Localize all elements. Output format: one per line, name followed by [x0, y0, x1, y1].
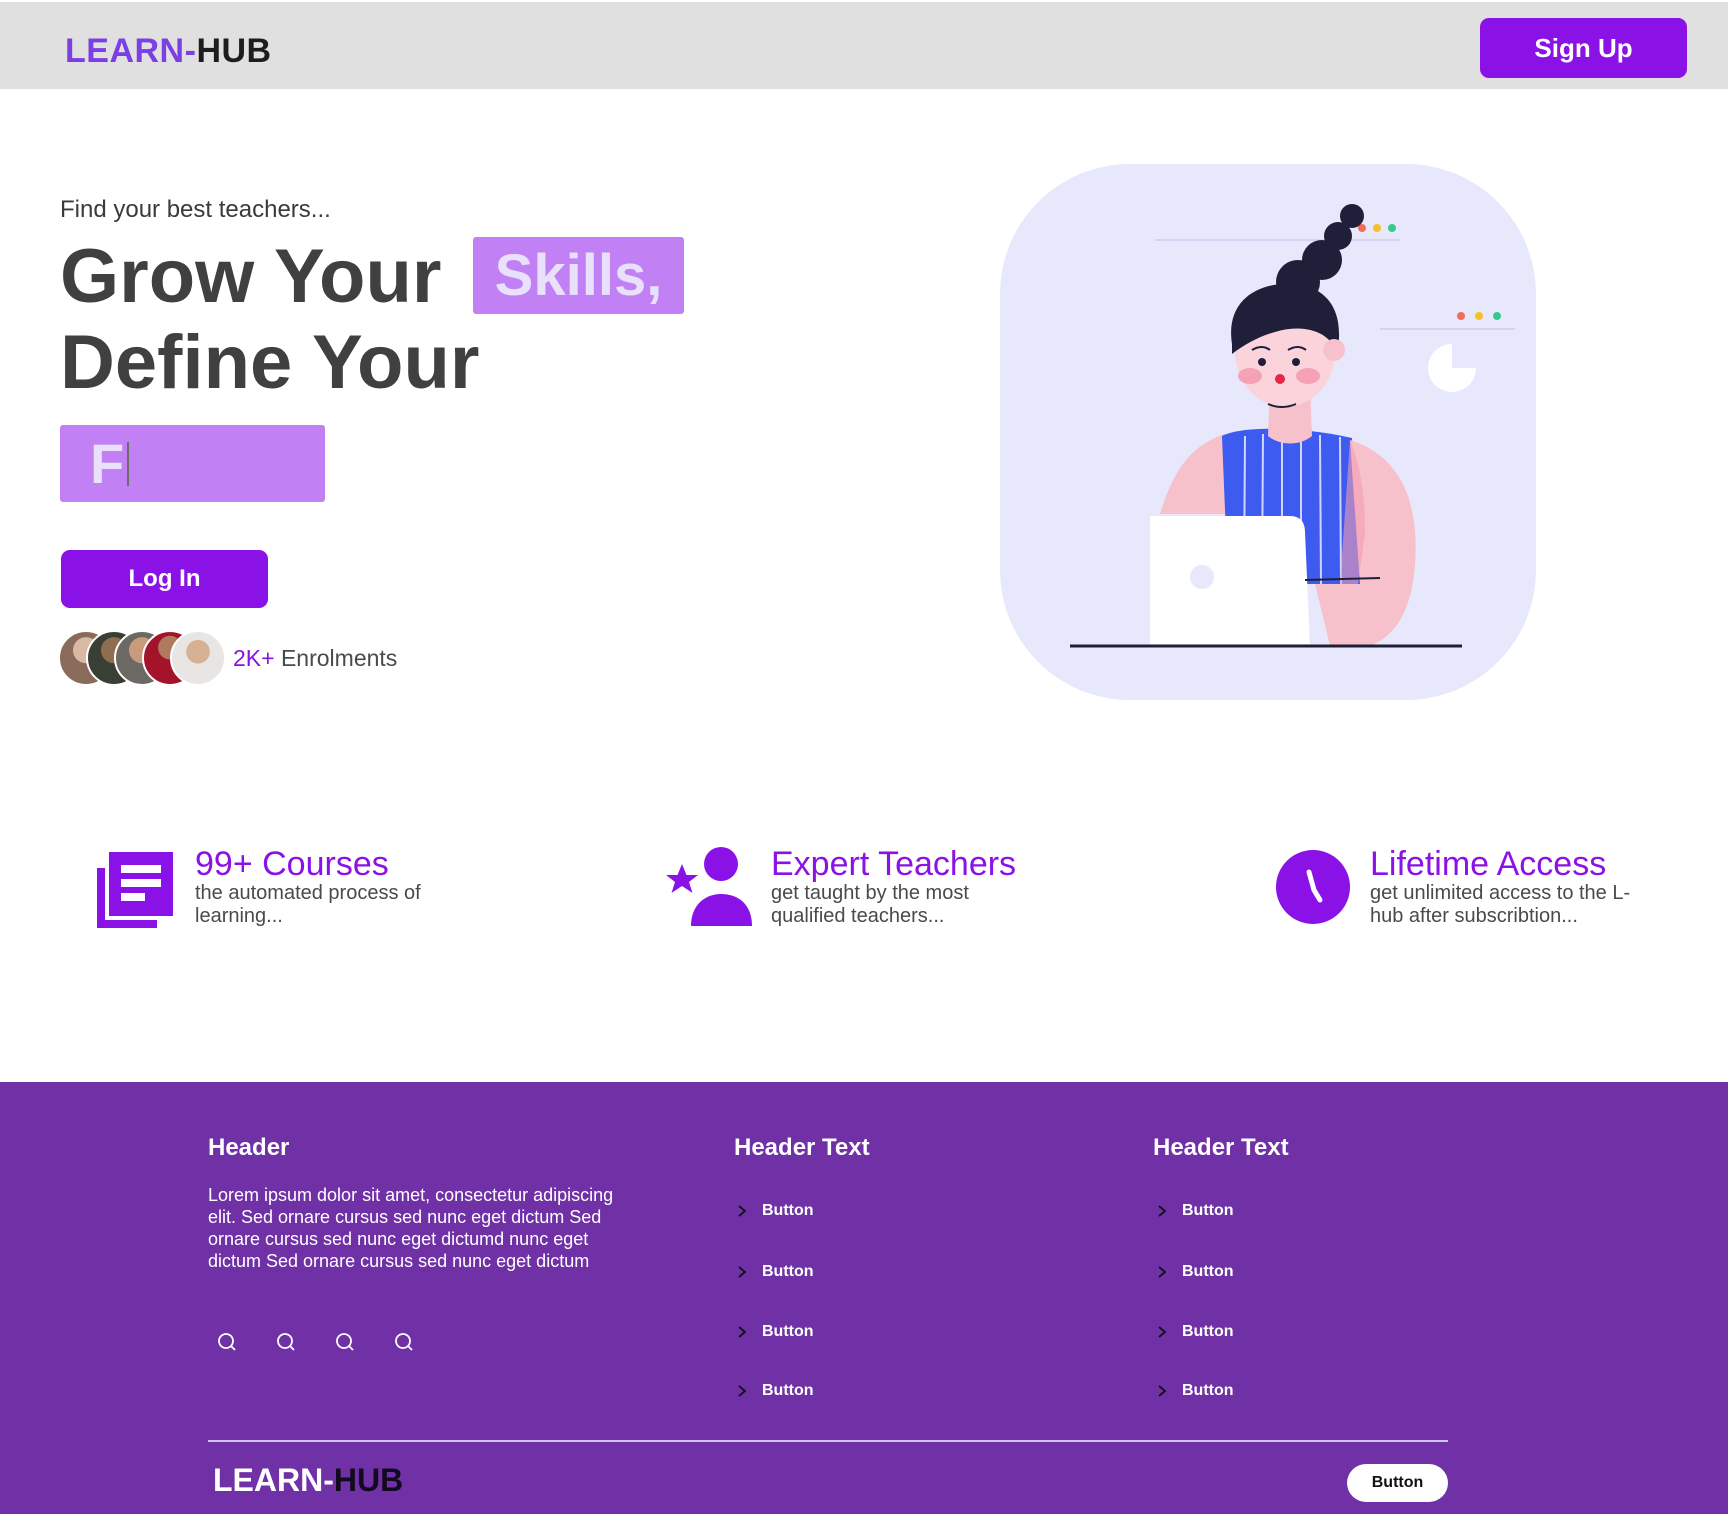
feature-description: get unlimited access to the L-hub after … [1370, 882, 1631, 927]
footer-description: Lorem ipsum dolor sit amet, consectetur … [208, 1185, 614, 1271]
signup-button[interactable]: Sign Up [1480, 18, 1687, 78]
book-stack-icon [97, 852, 173, 928]
footer-link[interactable]: Button [736, 1262, 814, 1282]
feature-title: Expert Teachers [771, 845, 1017, 883]
footer-divider [208, 1440, 1448, 1442]
footer-link-label: Button [1182, 1263, 1234, 1280]
footer-brand-part1: LEARN- [213, 1462, 334, 1498]
footer-col2-header: Header Text [734, 1134, 870, 1161]
footer-link-label: Button [1182, 1323, 1234, 1340]
footer-link-label: Button [1182, 1202, 1234, 1219]
feature-description: get taught by the most qualified teacher… [771, 882, 969, 927]
hero-highlight-word: Skills, [473, 237, 684, 314]
feature-description: the automated process of learning... [195, 882, 421, 927]
footer-button[interactable]: Button [1347, 1464, 1448, 1502]
hero-tagline: Find your best teachers... [60, 196, 331, 223]
footer-link[interactable]: Button [1156, 1262, 1234, 1282]
landing-page: LEARN-HUB Sign Up Find your best teacher… [0, 0, 1728, 1514]
footer-link-label: Button [762, 1263, 814, 1280]
footer-brand-logo[interactable]: LEARN-HUB [213, 1460, 403, 1500]
footer-link-label: Button [1182, 1382, 1234, 1399]
hero-headline-line2: Define Your [60, 320, 480, 405]
typing-text: F [90, 432, 125, 495]
clock-icon [1276, 850, 1350, 924]
chevron-right-icon [738, 1326, 747, 1338]
chevron-right-icon [1158, 1205, 1167, 1217]
footer-link-label: Button [762, 1323, 814, 1340]
search-icon[interactable] [274, 1330, 298, 1354]
footer-link[interactable]: Button [1156, 1201, 1234, 1221]
hero-illustration [1000, 164, 1536, 700]
login-button[interactable]: Log In [61, 550, 268, 608]
footer-link[interactable]: Button [736, 1201, 814, 1221]
chevron-right-icon [738, 1205, 747, 1217]
feature-title: Lifetime Access [1370, 845, 1607, 883]
search-icon[interactable] [392, 1330, 416, 1354]
enrolment-avatars [58, 630, 228, 688]
chevron-right-icon [738, 1266, 747, 1278]
hero-headline-line1: Grow Your [60, 234, 442, 319]
footer-brand-part2: HUB [333, 1462, 404, 1498]
footer-link-label: Button [762, 1202, 814, 1219]
brand-logo[interactable]: LEARN-HUB [65, 31, 272, 71]
typing-caret [127, 441, 130, 486]
brand-logo-part2: HUB [196, 32, 272, 70]
site-footer: Header Lorem ipsum dolor sit amet, conse… [0, 1082, 1728, 1514]
footer-link[interactable]: Button [1156, 1381, 1234, 1401]
avatar [170, 630, 226, 686]
enrolment-count: 2K+ Enrolments [233, 643, 397, 673]
chevron-right-icon [1158, 1385, 1167, 1397]
chevron-right-icon [1158, 1326, 1167, 1338]
search-icon[interactable] [333, 1330, 357, 1354]
hero-typing-box: F [60, 425, 325, 502]
footer-col3-header: Header Text [1153, 1134, 1289, 1161]
brand-logo-part1: LEARN- [65, 32, 197, 70]
chevron-right-icon [738, 1385, 747, 1397]
search-icon[interactable] [215, 1330, 239, 1354]
chevron-right-icon [1158, 1266, 1167, 1278]
enrolment-label: Enrolments [280, 645, 398, 671]
enrolment-number: 2K+ [233, 645, 275, 671]
footer-link[interactable]: Button [1156, 1322, 1234, 1342]
woman-laptop-illustration [1070, 204, 1515, 648]
footer-link[interactable]: Button [736, 1381, 814, 1401]
top-navbar: LEARN-HUB Sign Up [0, 2, 1728, 89]
footer-link[interactable]: Button [736, 1322, 814, 1342]
footer-link-label: Button [762, 1382, 814, 1399]
footer-col1-header: Header [208, 1134, 290, 1161]
teacher-star-icon [666, 847, 752, 926]
feature-title: 99+ Courses [195, 845, 389, 883]
